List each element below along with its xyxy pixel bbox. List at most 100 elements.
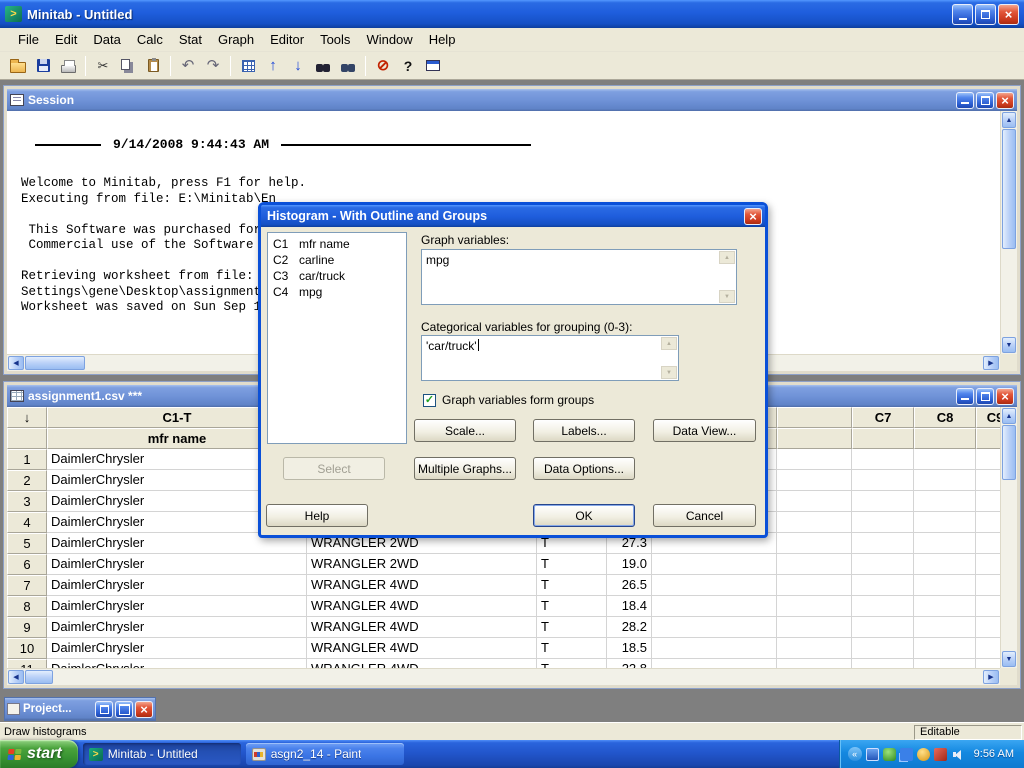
variable-name-c7[interactable] xyxy=(852,428,914,449)
menu-graph[interactable]: Graph xyxy=(210,29,262,50)
find-next-icon[interactable] xyxy=(336,55,360,77)
menu-data[interactable]: Data xyxy=(85,29,128,50)
grid-cell[interactable] xyxy=(852,470,914,491)
menu-edit[interactable]: Edit xyxy=(47,29,85,50)
grid-cell[interactable]: T xyxy=(537,617,607,638)
tray-update-icon[interactable] xyxy=(916,747,930,761)
grid-cell[interactable] xyxy=(914,491,976,512)
scroll-thumb[interactable] xyxy=(1002,425,1016,480)
variable-list-item[interactable]: C3 car/truck xyxy=(268,268,406,284)
grid-cell[interactable] xyxy=(777,533,852,554)
column-header-c6[interactable] xyxy=(777,407,852,428)
variable-name-c8[interactable] xyxy=(914,428,976,449)
dialog-titlebar[interactable]: Histogram - With Outline and Groups xyxy=(261,205,765,227)
menu-help[interactable]: Help xyxy=(421,29,464,50)
grid-cell[interactable] xyxy=(976,533,1000,554)
taskbar-item-paint[interactable]: asgn2_14 - Paint xyxy=(245,743,404,765)
row-number[interactable]: 3 xyxy=(7,491,47,512)
data-view-button[interactable]: Data View... xyxy=(653,419,756,442)
grid-cell[interactable] xyxy=(777,617,852,638)
tray-messenger-icon[interactable] xyxy=(933,747,947,761)
grid-cell[interactable] xyxy=(976,491,1000,512)
grid-cell[interactable] xyxy=(852,449,914,470)
scroll-right-icon[interactable] xyxy=(983,670,999,684)
scroll-left-icon[interactable] xyxy=(8,356,24,370)
scroll-up-icon[interactable] xyxy=(661,337,677,350)
print-icon[interactable] xyxy=(56,55,80,77)
row-number[interactable]: 11 xyxy=(7,659,47,668)
minimize-button[interactable] xyxy=(956,387,974,405)
restore-button[interactable] xyxy=(976,91,994,109)
grid-cell[interactable] xyxy=(914,575,976,596)
scroll-thumb[interactable] xyxy=(25,670,53,684)
name-header-cell[interactable] xyxy=(7,428,47,449)
grid-cell[interactable]: DaimlerChrysler xyxy=(47,596,307,617)
scroll-down-icon[interactable] xyxy=(1002,337,1016,353)
grid-cell[interactable] xyxy=(976,617,1000,638)
entry-direction-cell[interactable]: ↓ xyxy=(7,407,47,428)
column-header-c8[interactable]: C8 xyxy=(914,407,976,428)
grid-cell[interactable] xyxy=(914,470,976,491)
grid-cell[interactable] xyxy=(914,617,976,638)
restore-button[interactable] xyxy=(975,3,996,25)
grid-cell[interactable]: 19.0 xyxy=(607,554,652,575)
row-number[interactable]: 5 xyxy=(7,533,47,554)
scale-button[interactable]: Scale... xyxy=(414,419,516,442)
scroll-thumb[interactable] xyxy=(1002,129,1016,249)
grid-cell[interactable]: DaimlerChrysler xyxy=(47,575,307,596)
grid-cell[interactable] xyxy=(852,491,914,512)
grid-cell[interactable] xyxy=(914,554,976,575)
tray-antivirus-icon[interactable] xyxy=(882,747,896,761)
grid-cell[interactable] xyxy=(652,617,777,638)
minimize-button[interactable] xyxy=(952,3,973,25)
menu-tools[interactable]: Tools xyxy=(312,29,358,50)
grid-cell[interactable] xyxy=(852,596,914,617)
grid-cell[interactable] xyxy=(777,596,852,617)
open-icon[interactable] xyxy=(6,55,30,77)
scroll-down-icon[interactable] xyxy=(661,366,677,379)
cancel-icon[interactable] xyxy=(371,55,395,77)
grid-cell[interactable]: 28.2 xyxy=(607,617,652,638)
graph-vars-form-groups-checkbox[interactable]: Graph variables form groups xyxy=(423,393,594,407)
cancel-button[interactable]: Cancel xyxy=(653,504,756,527)
grid-cell[interactable]: DaimlerChrysler xyxy=(47,659,307,668)
minimize-button[interactable] xyxy=(956,91,974,109)
horizontal-scrollbar[interactable] xyxy=(7,668,1000,685)
grid-cell[interactable] xyxy=(976,575,1000,596)
copy-icon[interactable] xyxy=(116,55,140,77)
grid-cell[interactable] xyxy=(852,533,914,554)
project-titlebar[interactable]: Project... xyxy=(5,698,155,720)
grid-cell[interactable] xyxy=(914,638,976,659)
worksheet-grid-icon[interactable] xyxy=(236,55,260,77)
menu-file[interactable]: File xyxy=(10,29,47,50)
row-number[interactable]: 4 xyxy=(7,512,47,533)
grid-cell[interactable]: WRANGLER 4WD xyxy=(307,659,537,668)
row-number[interactable]: 2 xyxy=(7,470,47,491)
grid-cell[interactable] xyxy=(852,638,914,659)
grid-cell[interactable] xyxy=(852,554,914,575)
grid-cell[interactable]: T xyxy=(537,575,607,596)
edit-last-dialog-icon[interactable] xyxy=(421,55,445,77)
grid-cell[interactable]: WRANGLER 2WD xyxy=(307,554,537,575)
grid-cell[interactable] xyxy=(852,659,914,668)
paste-icon[interactable] xyxy=(141,55,165,77)
column-header-c9[interactable]: C9 xyxy=(976,407,1000,428)
tray-volume-icon[interactable] xyxy=(951,748,964,761)
start-button[interactable]: start xyxy=(0,740,78,768)
grid-cell[interactable] xyxy=(652,575,777,596)
tray-chevron-icon[interactable] xyxy=(847,747,862,761)
grid-cell[interactable]: DaimlerChrysler xyxy=(47,617,307,638)
help-button[interactable]: Help xyxy=(266,504,368,527)
close-button[interactable] xyxy=(996,91,1014,109)
variable-list-item[interactable]: C1 mfr name xyxy=(268,236,406,252)
grid-cell[interactable] xyxy=(652,659,777,668)
menu-window[interactable]: Window xyxy=(358,29,420,50)
help-icon[interactable] xyxy=(396,55,420,77)
tray-display-icon[interactable] xyxy=(865,747,879,761)
grid-cell[interactable] xyxy=(777,575,852,596)
grid-cell[interactable]: T xyxy=(537,659,607,668)
multiple-graphs-button[interactable]: Multiple Graphs... xyxy=(414,457,516,480)
grid-cell[interactable] xyxy=(976,512,1000,533)
vertical-scrollbar[interactable] xyxy=(1000,111,1017,354)
grid-cell[interactable] xyxy=(976,659,1000,668)
